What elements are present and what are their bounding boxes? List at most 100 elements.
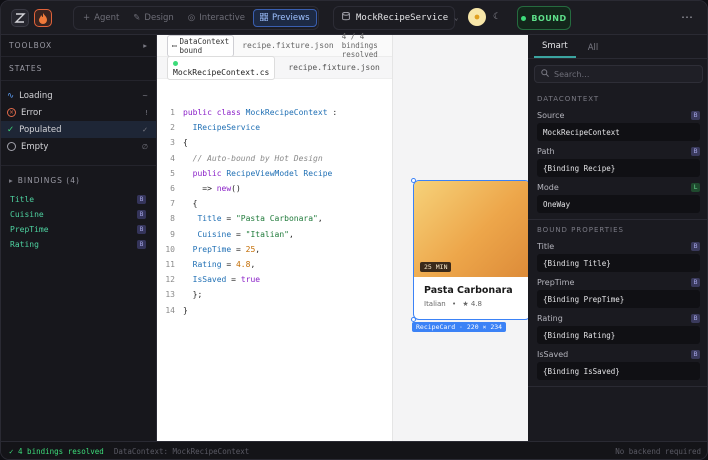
binding-label: Cuisine: [10, 210, 44, 219]
tab-smart[interactable]: Smart: [534, 41, 576, 58]
code-line: 12 IsSaved = true: [157, 272, 393, 287]
binding-item-title[interactable]: Title B: [1, 192, 156, 207]
mode-design-button[interactable]: ✎ Design: [127, 9, 179, 27]
project-selector[interactable]: MockRecipeService ⌄: [333, 6, 458, 30]
line-number: 3: [170, 138, 175, 148]
search-placeholder: Search…: [554, 69, 590, 79]
selection-size-label: RecipeCard · 220 × 234: [412, 322, 507, 332]
property-label: PrepTime: [537, 277, 575, 287]
selection-handle[interactable]: [411, 178, 416, 183]
binding-item-rating[interactable]: Rating B: [1, 237, 156, 252]
code-line: 11 Rating = 4.8,: [157, 257, 393, 272]
property-value-field[interactable]: {Binding Title}: [537, 254, 700, 272]
state-populated[interactable]: ✓ Populated ✓: [1, 121, 156, 138]
section-divider: [528, 219, 707, 220]
hot-design-flame-icon[interactable]: [34, 9, 52, 27]
property-preptime: PrepTime B {Binding PrepTime}: [528, 276, 707, 308]
mode-label: Agent: [94, 13, 120, 23]
code-line: 5 public RecipeViewModel Recipe: [157, 166, 393, 181]
binding-tag[interactable]: B: [691, 110, 700, 120]
binding-tag[interactable]: B: [691, 313, 700, 323]
dark-theme-moon-icon[interactable]: ☾: [489, 8, 505, 26]
line-number: 13: [165, 290, 175, 300]
property-label: IsSaved: [537, 349, 569, 359]
property-value-field[interactable]: {Binding Recipe}: [537, 159, 700, 177]
mode-label: Design: [144, 13, 174, 23]
status-datacontext: DataContext: MockRecipeContext: [113, 447, 250, 456]
property-search-input[interactable]: Search…: [534, 65, 703, 83]
state-loading[interactable]: ∿ Loading ~: [1, 87, 156, 104]
mode-interactive-button[interactable]: ◎ Interactive: [182, 9, 251, 27]
binding-badge: B: [137, 225, 146, 234]
code-editor: ▭ DataContext bound recipe.fixture.json …: [157, 32, 393, 441]
state-error[interactable]: × Error !: [1, 104, 156, 121]
project-name: MockRecipeService: [356, 13, 449, 23]
header-file-name[interactable]: recipe.fixture.json: [242, 41, 334, 50]
binding-tag[interactable]: B: [691, 241, 700, 251]
mode-previews-button[interactable]: Previews: [253, 9, 317, 27]
light-theme-sun-icon[interactable]: [468, 8, 486, 26]
binding-tag[interactable]: B: [691, 277, 700, 287]
code-line: 3{: [157, 135, 393, 150]
code-line: 14}: [157, 302, 393, 317]
bindings-resolved-count: 4 / 4 bindings resolved: [341, 32, 378, 59]
status-resolved: ✓ 4 bindings resolved: [9, 447, 104, 456]
tab-recipe-fixture[interactable]: recipe.fixture.json: [283, 61, 385, 74]
state-label: Populated: [19, 124, 62, 135]
line-number: 5: [170, 168, 175, 178]
bound-properties-section-header: BOUND PROPERTIES: [537, 226, 624, 234]
binding-item-preptime[interactable]: PrepTime B: [1, 222, 156, 237]
status-backend: No backend required: [615, 447, 701, 456]
plus-icon: +: [83, 13, 91, 23]
datacontext-bound-chip: ▭ DataContext bound: [167, 34, 235, 57]
more-options-icon[interactable]: ⋯: [681, 10, 694, 24]
state-tail: ✓: [142, 125, 148, 134]
top-bar: + Agent ✎ Design ◎ Interactive Previews: [1, 1, 707, 35]
status-bar: ✓ 4 bindings resolved DataContext: MockR…: [1, 441, 707, 459]
left-panel: TOOLBOX ▸ STATES ∿ Loading ~ × Error ! ✓…: [1, 35, 157, 441]
property-value-field[interactable]: OneWay: [537, 195, 700, 213]
property-source: Source B MockRecipeContext: [528, 109, 707, 141]
prep-time-badge: 25 MIN: [420, 262, 452, 272]
property-label: Source: [537, 110, 565, 120]
code-line: 7 {: [157, 196, 393, 211]
line-number: 6: [170, 184, 175, 194]
datacontext-section-header: DATACONTEXT: [537, 95, 600, 103]
line-number: 1: [170, 108, 175, 118]
recipe-rating: ★ 4.8: [462, 300, 482, 308]
state-empty[interactable]: Empty ∅: [1, 138, 156, 155]
tab-mock-recipe-context[interactable]: MockRecipeContext.cs: [167, 55, 276, 80]
property-value-field[interactable]: {Binding PrepTime}: [537, 290, 700, 308]
property-title: Title B {Binding Title}: [528, 240, 707, 272]
preview-canvas[interactable]: 25 MIN Pasta Carbonara Italian • ★ 4.8 R…: [393, 35, 528, 441]
recipe-card[interactable]: 25 MIN Pasta Carbonara Italian • ★ 4.8: [413, 180, 528, 320]
line-number: 14: [165, 305, 175, 315]
binding-tag[interactable]: B: [691, 349, 700, 359]
property-label: Path: [537, 146, 555, 156]
line-number: 10: [165, 244, 175, 254]
line-number: 9: [170, 229, 175, 239]
app-window: + Agent ✎ Design ◎ Interactive Previews: [0, 0, 708, 460]
database-icon: [342, 11, 350, 24]
property-value-field[interactable]: MockRecipeContext: [537, 123, 700, 141]
literal-tag[interactable]: L: [691, 182, 700, 192]
property-mode: Mode L OneWay: [528, 181, 707, 213]
state-label: Empty: [21, 141, 49, 152]
bindings-header[interactable]: ▸ BINDINGS (4): [1, 168, 156, 192]
code-line: 13 };: [157, 287, 393, 302]
code-area[interactable]: 1 public class MockRecipeContext : 2 IRec…: [157, 105, 393, 318]
app-logo-icon[interactable]: [11, 9, 29, 27]
property-label: Mode: [537, 182, 559, 192]
tab-all[interactable]: All: [580, 43, 607, 58]
chevron-right-icon: ▸: [143, 41, 148, 50]
binding-item-cuisine[interactable]: Cuisine B: [1, 207, 156, 222]
toolbox-header[interactable]: TOOLBOX ▸: [1, 35, 156, 57]
line-number: 2: [170, 123, 175, 133]
mode-agent-button[interactable]: + Agent: [77, 9, 125, 27]
property-value-field[interactable]: {Binding Rating}: [537, 326, 700, 344]
binding-tag[interactable]: B: [691, 146, 700, 156]
property-value-field[interactable]: {Binding IsSaved}: [537, 362, 700, 380]
binding-badge: B: [137, 195, 146, 204]
code-line: 8 Title = "Pasta Carbonara",: [157, 211, 393, 226]
line-number: 11: [165, 259, 175, 269]
